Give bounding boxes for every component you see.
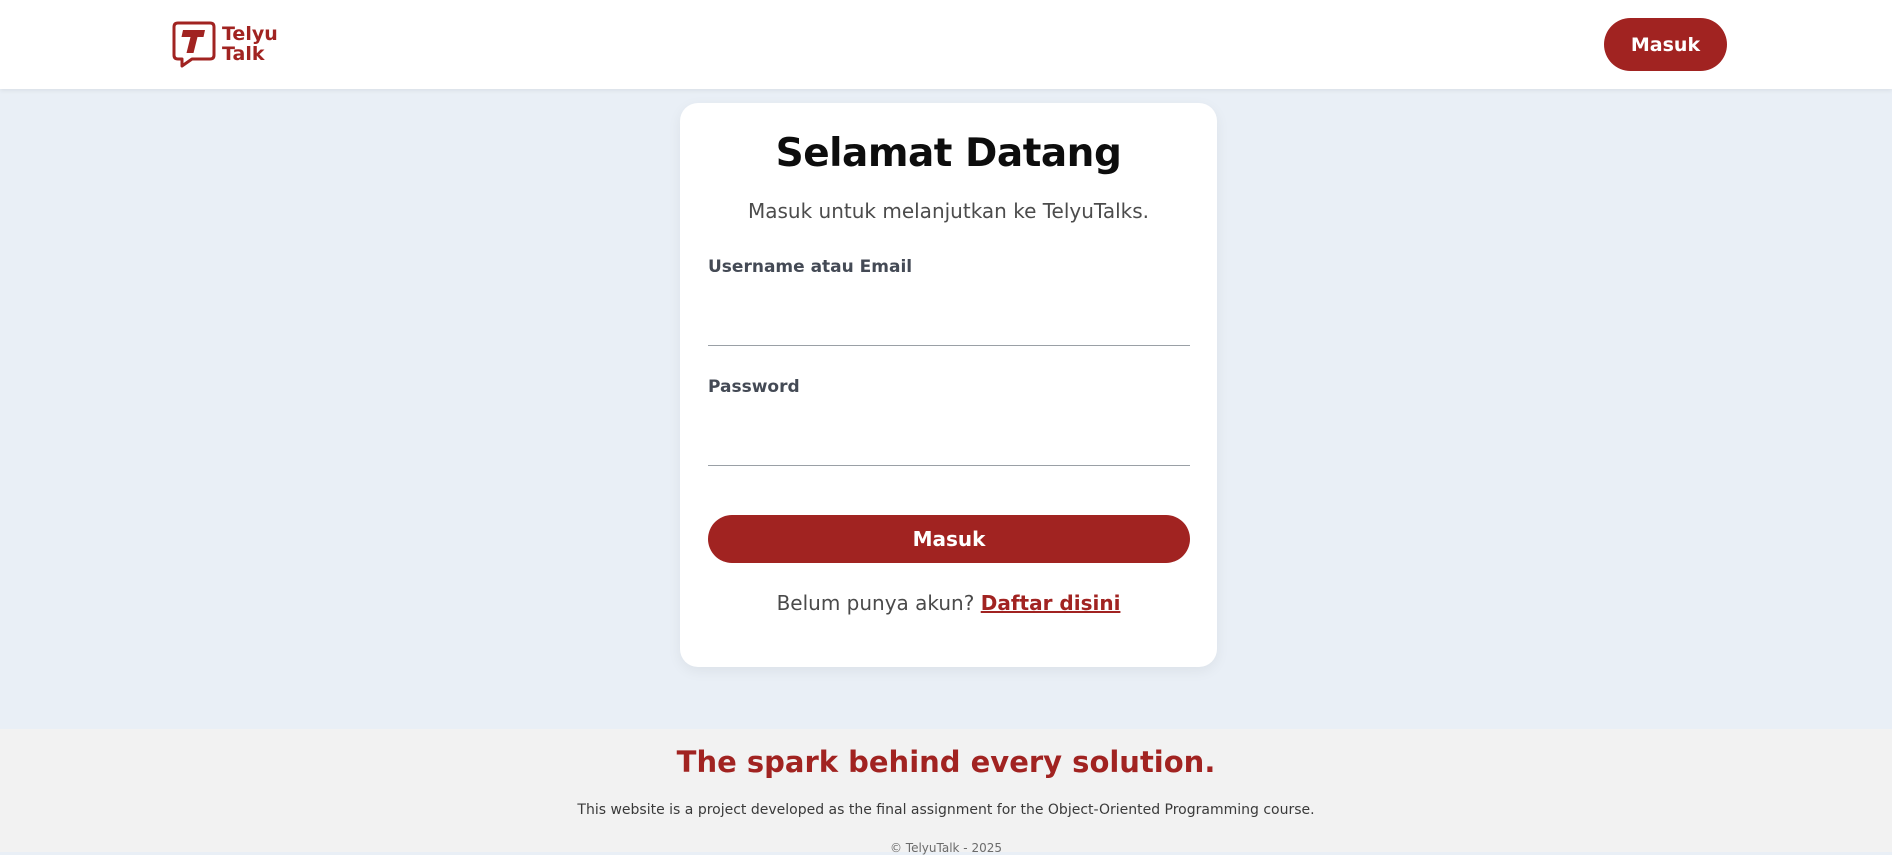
register-prompt-row: Belum punya akun? Daftar disini [680,591,1217,615]
login-card: Selamat Datang Masuk untuk melanjutkan k… [680,103,1217,667]
top-navbar: Telyu Talk Masuk [0,0,1892,89]
page-title: Selamat Datang [775,131,1122,176]
password-label: Password [708,377,800,397]
logo-wordmark: Telyu Talk [222,24,278,64]
password-input[interactable] [708,422,1190,466]
username-input[interactable] [708,302,1190,346]
footer-tagline: The spark behind every solution. [676,745,1216,779]
page-subtitle: Masuk untuk melanjutkan ke TelyuTalks. [747,199,1150,223]
register-prompt-text: Belum punya akun? [776,591,975,615]
logo-line-2: Talk [222,43,265,65]
login-submit-button[interactable]: Masuk [708,515,1190,563]
page-footer: The spark behind every solution. This we… [0,729,1892,855]
logo-line-1: Telyu [222,23,278,45]
telyutalk-logo[interactable]: Telyu Talk [172,20,278,68]
register-link[interactable]: Daftar disini [981,591,1121,615]
footer-copyright: © TelyuTalk - 2025 [889,841,1002,855]
footer-description: This website is a project developed as t… [577,802,1315,818]
username-label: Username atau Email [708,257,913,277]
header-login-button[interactable]: Masuk [1604,18,1727,71]
speech-bubble-logo-icon [172,21,216,68]
